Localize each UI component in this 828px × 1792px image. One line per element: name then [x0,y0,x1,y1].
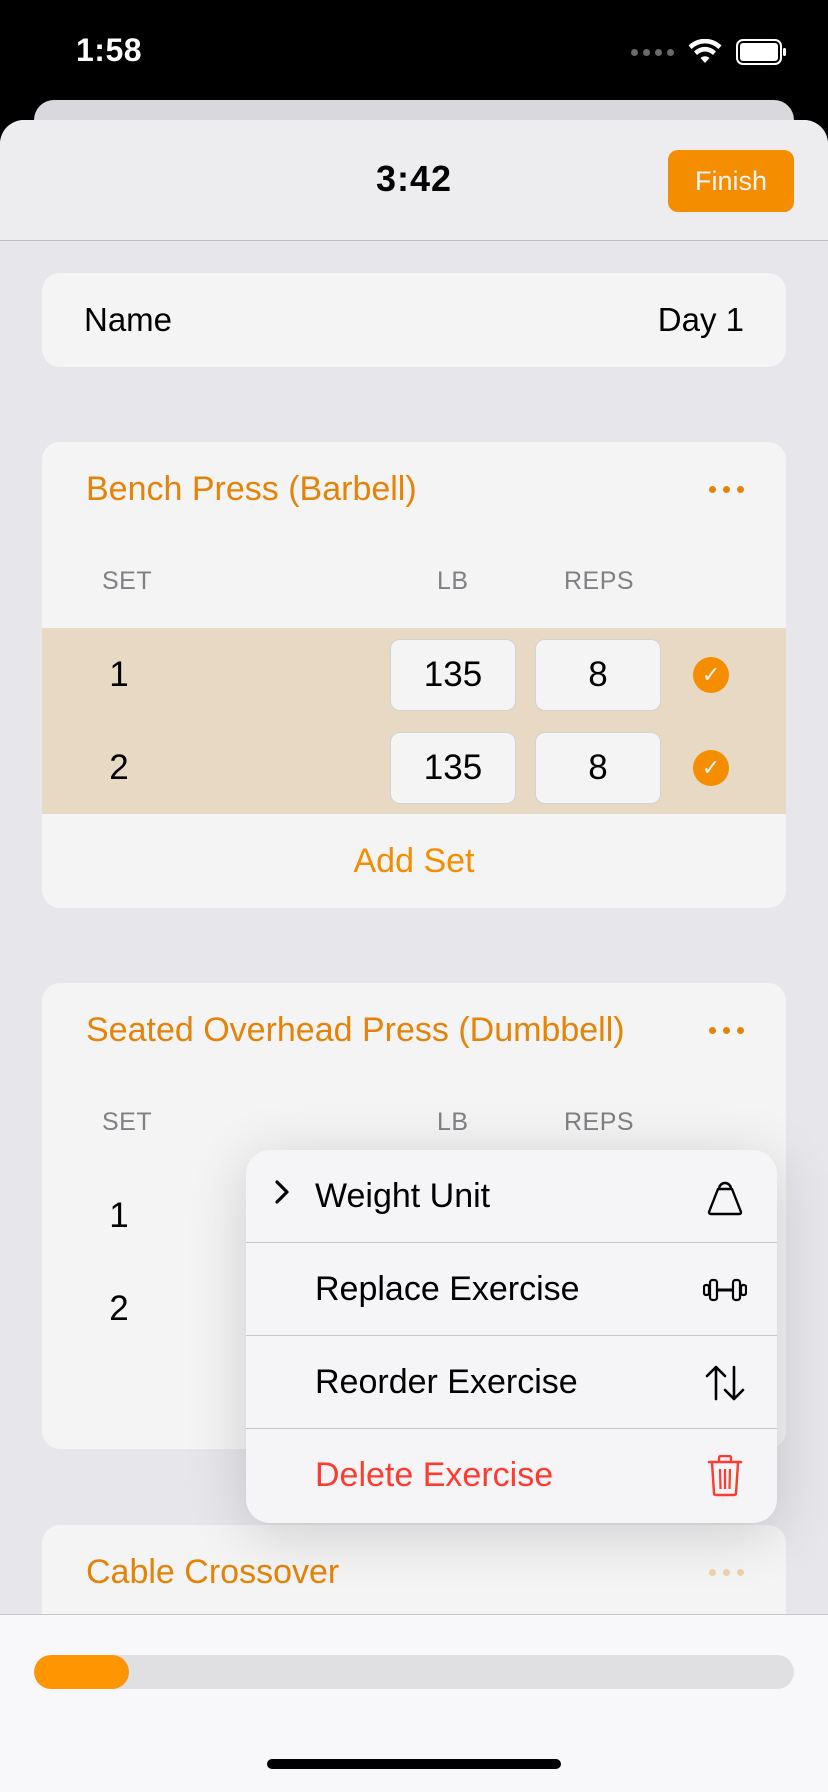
status-icons [631,36,788,68]
status-time: 1:58 [76,32,143,68]
menu-item-label: Reorder Exercise [315,1362,578,1401]
bottom-bar [0,1614,828,1792]
reorder-arrows-icon [703,1361,747,1405]
menu-item-label: Weight Unit [315,1176,491,1215]
wifi-icon [688,39,722,63]
menu-item-weight-unit[interactable]: Weight Unit [246,1150,777,1243]
trash-icon [703,1454,747,1498]
workout-progress-bar [34,1655,794,1689]
exercise-context-menu: Weight Unit Replace Exercise Reorder Exe… [246,1150,777,1523]
status-bar: 1:58 [0,0,828,100]
menu-backdrop[interactable] [0,120,828,1792]
menu-item-label: Replace Exercise [315,1269,580,1308]
chevron-right-icon [274,1179,290,1213]
dumbbell-icon [703,1268,747,1312]
kettlebell-icon [703,1175,747,1219]
menu-item-reorder-exercise[interactable]: Reorder Exercise [246,1336,777,1429]
workout-sheet: 3:42 Finish Name Day 1 Bench Press (Barb… [0,120,828,1792]
menu-item-delete-exercise[interactable]: Delete Exercise [246,1429,777,1522]
cellular-signal-icon [631,48,674,56]
home-indicator[interactable] [267,1759,561,1769]
menu-item-label: Delete Exercise [315,1456,554,1494]
menu-item-replace-exercise[interactable]: Replace Exercise [246,1243,777,1336]
progress-fill [34,1655,129,1689]
battery-icon [736,39,786,65]
